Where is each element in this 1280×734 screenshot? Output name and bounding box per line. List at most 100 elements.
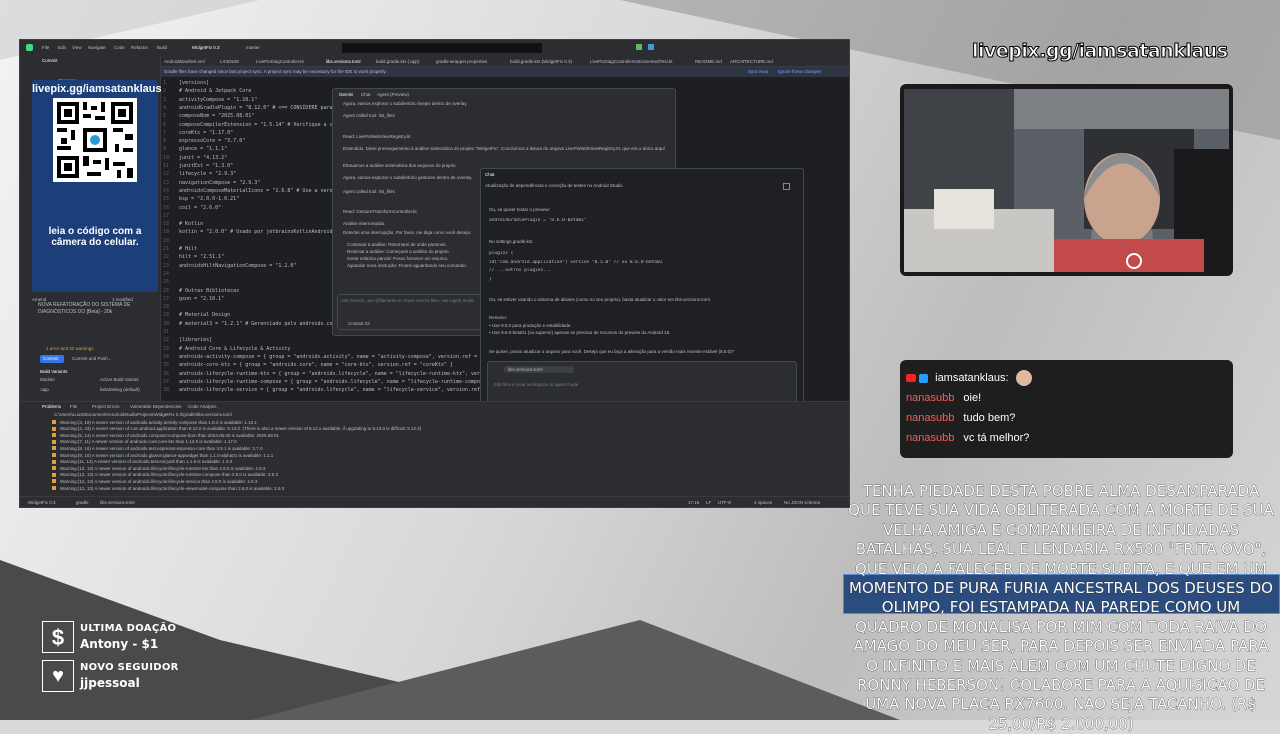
sync-now-link[interactable]: Sync Now [748, 69, 768, 74]
warning-icon [52, 466, 56, 471]
problems-file-path[interactable]: C:\Users\Luiza\Documents\AndroidStudioPr… [54, 412, 232, 417]
commit-message-box[interactable]: NOVA REFATORAÇÃO DO SISTEMA DE DIAGNÓSTI… [38, 302, 156, 322]
chat-message: nanasubb tudo bem? [906, 412, 1015, 424]
line-number: 28 [163, 304, 170, 311]
line-number: 13 [163, 179, 170, 186]
tab[interactable]: AndroidManifest.xml [164, 59, 205, 64]
code-line: composeCompilerExtension = "1.5.14" # Ve… [179, 121, 336, 128]
copilot-message: • Use 8.6.0-beta01 (ou superior) apenas … [489, 330, 671, 335]
line-separator[interactable]: LF [706, 500, 711, 505]
code-line: androidGradlePlugin = "8.12.0" # <== CON… [179, 104, 333, 111]
project-selector[interactable]: WidgetFix 0.3 [192, 45, 220, 50]
menu-build[interactable]: Build [157, 45, 167, 50]
problems-tab[interactable]: Problems [42, 404, 61, 409]
file-tab[interactable]: File [70, 404, 77, 409]
gemini-message: Reiniciar a análise: Começarei a análise… [347, 249, 450, 254]
tab[interactable]: README.md [695, 59, 722, 64]
warning-row[interactable]: Warning:(12, 13) A newer version of andr… [60, 466, 265, 471]
indent[interactable]: 4 spaces [754, 500, 772, 505]
warning-row[interactable]: Warning:(9, 10) A newer version of andro… [60, 453, 273, 458]
warning-icon [52, 472, 56, 477]
json-schema[interactable]: No JSON schema [784, 500, 820, 505]
copilot-message: • Use 8.5.0 para produção e estabilidade… [489, 323, 572, 328]
tab[interactable]: LivePixDiagController.kt [256, 59, 304, 64]
line-number: 24 [163, 270, 170, 277]
cursor-position[interactable]: 17:18 [688, 500, 699, 505]
code-line: # Android Core & Lifecycle & Activity [179, 345, 291, 352]
code-analysis-tab[interactable]: Code Analysis [188, 404, 217, 409]
warnings-summary[interactable]: 1 error and 32 warnings [46, 346, 94, 351]
tab[interactable]: LICENSE [220, 59, 239, 64]
breadcrumb-folder[interactable]: gradle [76, 500, 89, 505]
notice-text: Gradle files have changed since last pro… [164, 69, 387, 74]
copilot-message: // ...outros plugins... [489, 268, 552, 273]
menu-view[interactable]: View [72, 45, 82, 50]
line-number: 18 [163, 221, 170, 228]
warning-row[interactable]: Warning:(12, 13) A newer version of andr… [60, 486, 284, 491]
line-number: 37 [163, 378, 170, 385]
status-bar: WidgetFix 0.3 gradle libs.versions.toml … [20, 496, 849, 507]
copilot-message: Resumo: [489, 315, 508, 320]
gemini-context[interactable]: Context 22 [348, 321, 370, 326]
code-line: [libraries] [179, 337, 213, 344]
line-number: 29 [163, 312, 170, 319]
tab-active[interactable]: libs.versions.toml [326, 59, 361, 64]
tab[interactable]: build.gradle.kts (WidgetFix 0.3) [510, 59, 572, 64]
menu-code[interactable]: Code [114, 45, 125, 50]
warning-icon [52, 433, 56, 438]
tab[interactable]: build.gradle.kts (:app) [376, 59, 419, 64]
copilot-message: } [489, 277, 492, 282]
debug-icon[interactable] [648, 44, 654, 50]
gemini-message: Agent called tool: list_files [343, 189, 395, 194]
chat-user: nanasubb [906, 412, 955, 424]
warning-row[interactable]: Warning:(8, 16) A newer version of andro… [60, 446, 262, 451]
code-line: # Hilt [179, 246, 198, 252]
gemini-message: Continuar a análise: Retornarei de onde … [347, 242, 447, 247]
copilot-message: id("com.android.application") version "8… [489, 260, 663, 265]
warning-row[interactable]: Warning:(4, 23) A newer version of com.a… [60, 426, 421, 431]
ignore-changes-link[interactable]: Ignore these changes [778, 69, 821, 74]
branch-selector[interactable]: master [246, 45, 260, 50]
more-icon[interactable] [783, 183, 790, 190]
tab[interactable]: gradle-wrapper.properties [436, 59, 487, 64]
build-variant-selector[interactable]: betaDebug (default) [100, 387, 140, 392]
menu-refactor[interactable]: Refactor [131, 45, 148, 50]
warning-icon [52, 420, 56, 424]
project-errors-tab[interactable]: Project Errors [92, 404, 120, 409]
copilot-message: No settings.gradle.kts: [489, 239, 534, 244]
tab[interactable]: ARCHITECTURE.md [730, 59, 773, 64]
agent-tab[interactable]: Agent (Preview) [377, 92, 409, 97]
chat-tab[interactable]: Chat [361, 92, 371, 97]
line-number: 4 [163, 104, 167, 111]
code-line: activityCompose = "1.10.1" [179, 96, 258, 103]
vulnerable-deps-tab[interactable]: Vulnerable Dependencies [130, 404, 181, 409]
warning-row[interactable]: Warning:(5, 14) A newer version of andro… [60, 433, 279, 438]
code-line: gson = "2.10.1" [179, 295, 225, 302]
commit-and-push-button[interactable]: Commit and Push... [72, 356, 112, 361]
run-icon[interactable] [636, 44, 642, 50]
code-line: coil = "2.6.0" [179, 204, 222, 211]
menu-edit[interactable]: Edit [58, 45, 66, 50]
copilot-message: plugins { [489, 251, 514, 256]
twitch-icon [919, 373, 929, 383]
warning-row[interactable]: Warning:(11, 12) A newer version of andr… [60, 459, 232, 464]
menu-file[interactable]: File [42, 45, 49, 50]
warning-row[interactable]: Warning:(3, 19) A newer version of andro… [60, 420, 257, 425]
gemini-message: Agora, vamos explorar o subdiretório liv… [343, 101, 468, 106]
breadcrumb-project[interactable]: WidgetFix 0.3 [28, 500, 56, 505]
breadcrumb-file[interactable]: libs.versions.toml [100, 500, 135, 505]
commit-button-label: Commit [43, 356, 59, 361]
warning-row[interactable]: Warning:(12, 13) A newer version of andr… [60, 472, 278, 477]
chat-user: nanasubb [906, 392, 955, 404]
warning-row[interactable]: Warning:(7, 11) A newer version of andro… [60, 439, 237, 444]
code-line: # Android & Jetpack Core [179, 88, 252, 95]
menu-navigate[interactable]: Navigate [88, 45, 106, 50]
code-line: androidx-lifecycle-runtime-ktx = { group… [179, 370, 487, 377]
chat-host-name: iamsatanklaus: [935, 371, 1009, 384]
gemini-tab[interactable]: Gemini [339, 92, 353, 97]
system-stats-bar [342, 43, 542, 53]
tab[interactable]: LivePixDiagControllerInstrumentedTest.kt [590, 59, 673, 64]
encoding[interactable]: UTF-8 [718, 500, 731, 505]
webcam-frame [900, 84, 1233, 276]
warning-row[interactable]: Warning:(12, 13) A newer version of andr… [60, 479, 257, 484]
